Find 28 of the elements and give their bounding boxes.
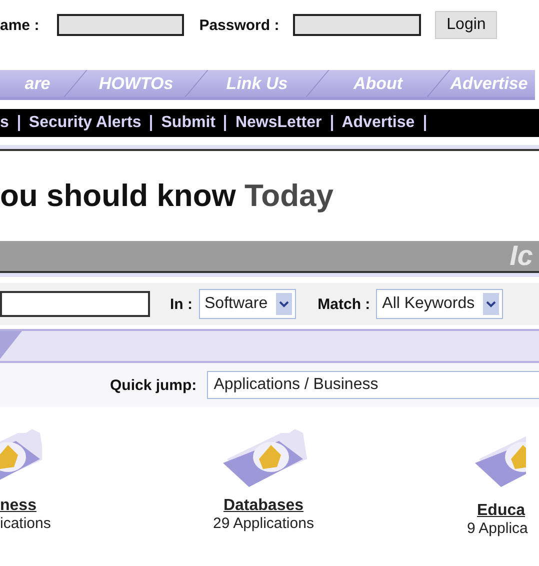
match-select[interactable]: All Keywords bbox=[376, 289, 503, 319]
category-link[interactable]: ness bbox=[0, 497, 36, 515]
nav-link[interactable]: s bbox=[0, 114, 9, 132]
quick-jump-label: Quick jump: bbox=[110, 376, 197, 394]
category-count: ications bbox=[0, 515, 51, 532]
password-label: Password : bbox=[199, 16, 280, 34]
logo-text: Ic bbox=[510, 241, 534, 271]
corner-tab-icon bbox=[0, 331, 22, 361]
nav-link[interactable]: Submit bbox=[161, 114, 216, 132]
category-link[interactable]: Educa bbox=[477, 502, 526, 520]
login-button[interactable]: Login bbox=[435, 11, 498, 39]
name-label: ame : bbox=[0, 16, 40, 34]
name-field[interactable] bbox=[57, 14, 184, 36]
in-label: In : bbox=[170, 296, 192, 312]
page-heading: ou should know Today bbox=[0, 178, 334, 214]
search-field[interactable] bbox=[0, 291, 150, 317]
nav-link[interactable]: Security Alerts bbox=[28, 114, 142, 132]
category-select[interactable]: Software bbox=[198, 289, 296, 319]
password-field[interactable] bbox=[293, 14, 422, 36]
category-link[interactable]: Databases bbox=[223, 497, 304, 515]
quick-jump-select[interactable]: Applications / Business bbox=[206, 371, 539, 399]
caret-icon bbox=[276, 293, 292, 315]
nav-link[interactable]: NewsLetter bbox=[235, 114, 322, 132]
nav-link[interactable]: Advertise bbox=[342, 114, 415, 132]
caret-icon bbox=[482, 293, 499, 315]
category-count: 9 Applica bbox=[467, 520, 528, 537]
match-label: Match : bbox=[318, 296, 370, 312]
category-count: 29 Applications bbox=[213, 515, 314, 532]
